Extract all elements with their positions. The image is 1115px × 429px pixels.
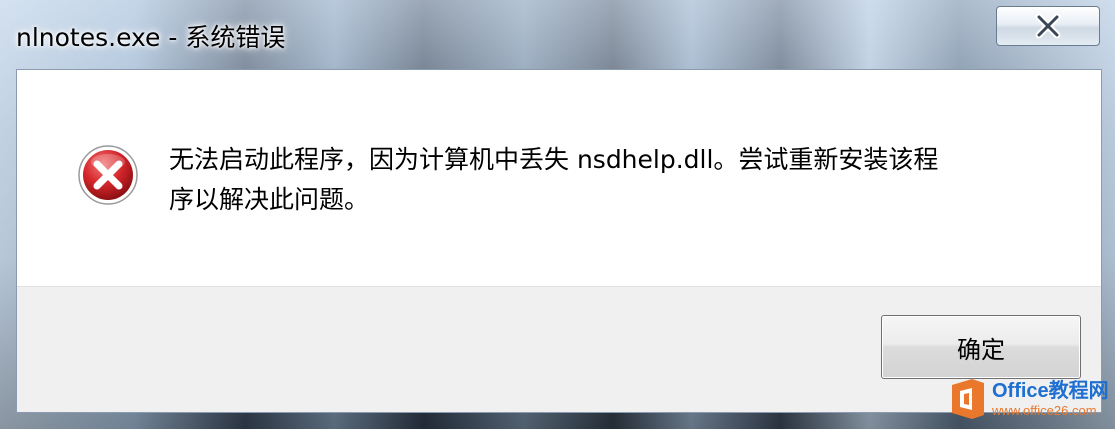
window-title: nlnotes.exe - 系统错误 xyxy=(16,23,286,52)
close-button[interactable] xyxy=(996,6,1100,46)
error-message-line-2: 序以解决此问题。 xyxy=(169,185,370,214)
error-message: 无法启动此程序，因为计算机中丢失 nsdhelp.dll。尝试重新安装该程 序以… xyxy=(169,140,1049,220)
watermark-title: Office教程网 xyxy=(992,380,1109,402)
error-message-line-1: 无法启动此程序，因为计算机中丢失 nsdhelp.dll。尝试重新安装该程 xyxy=(169,145,939,174)
office-logo-icon xyxy=(952,379,984,419)
ok-button[interactable]: 确定 xyxy=(881,315,1081,379)
button-bar: 确定 xyxy=(17,286,1101,412)
watermark: Office教程网 www.office26.com xyxy=(948,372,1113,426)
watermark-url: www.office26.com xyxy=(992,403,1097,418)
error-icon xyxy=(78,145,138,205)
close-icon xyxy=(1035,13,1061,39)
dialog-body: 无法启动此程序，因为计算机中丢失 nsdhelp.dll。尝试重新安装该程 序以… xyxy=(16,69,1102,413)
